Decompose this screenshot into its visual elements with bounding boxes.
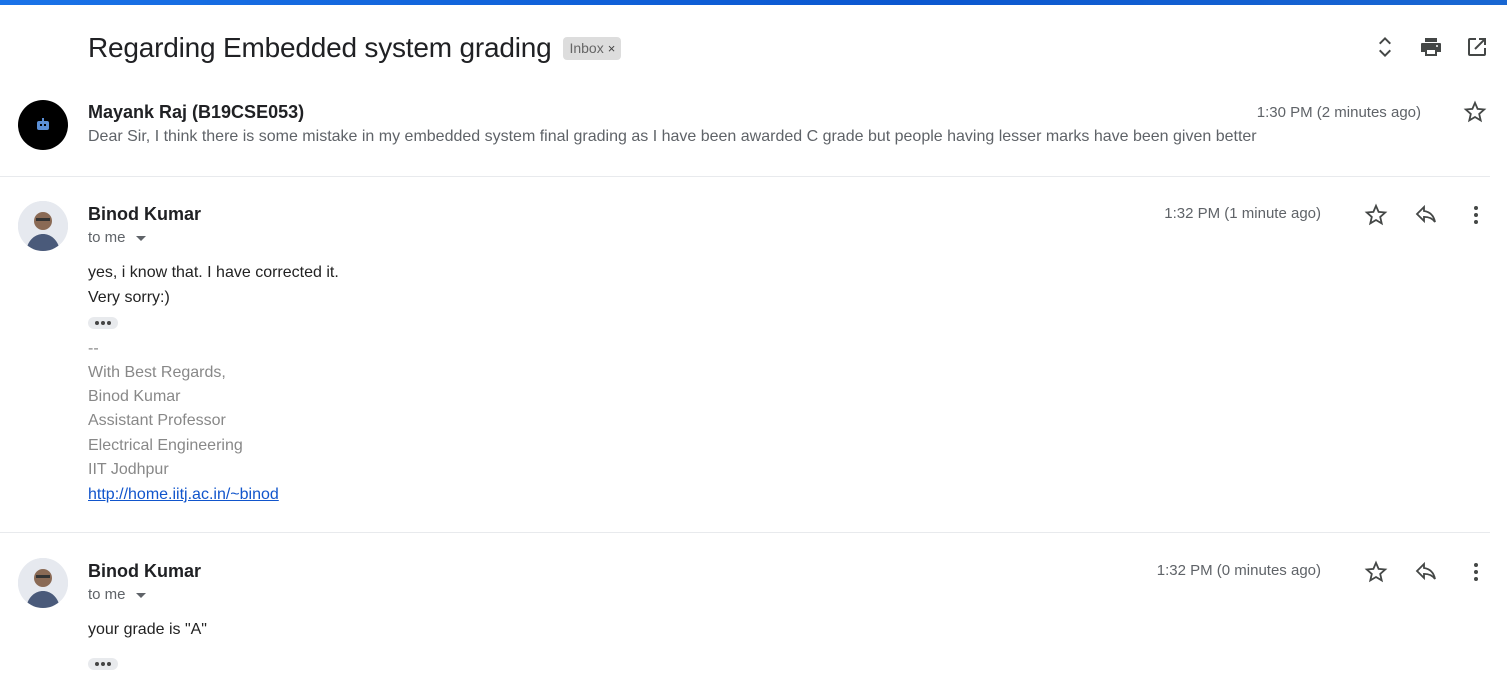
star-icon[interactable]: [1364, 558, 1388, 586]
signature-line: With Best Regards,: [88, 364, 226, 381]
message-time: 1:30 PM (2 minutes ago): [1256, 104, 1421, 121]
signature-line: Assistant Professor: [88, 412, 226, 429]
star-icon[interactable]: [1364, 201, 1388, 229]
robot-icon: [37, 118, 49, 130]
more-vert-icon[interactable]: [1464, 558, 1488, 586]
more-vert-icon[interactable]: [1464, 201, 1488, 229]
star-icon[interactable]: [1463, 98, 1487, 126]
divider: [0, 532, 1490, 533]
chevron-down-icon[interactable]: [135, 593, 146, 598]
divider: [0, 176, 1490, 177]
avatar: [18, 558, 68, 608]
signature-line: Electrical Engineering: [88, 437, 243, 454]
signature-line: --: [88, 340, 99, 357]
show-trimmed-content-button[interactable]: [88, 317, 118, 329]
avatar: [18, 201, 68, 251]
message-snippet: Dear Sir, I think there is some mistake …: [88, 128, 1257, 145]
message-actions: [1364, 201, 1488, 229]
reply-icon[interactable]: [1414, 558, 1438, 586]
message-body-line: your grade is "A": [88, 621, 207, 638]
chevron-down-icon[interactable]: [135, 236, 146, 241]
reply-icon[interactable]: [1414, 201, 1438, 229]
sender-name: Mayank Raj (B19CSE053): [88, 102, 305, 122]
show-trimmed-content-button[interactable]: [88, 658, 118, 670]
avatar: [18, 100, 68, 150]
recipient-details[interactable]: to me: [88, 586, 146, 603]
signature-line: Binod Kumar: [88, 388, 181, 405]
message-time: 1:32 PM (0 minutes ago): [1156, 562, 1321, 579]
message-body-line: Very sorry:): [88, 289, 170, 306]
message-collapsed[interactable]: Mayank Raj (B19CSE053) 1:30 PM (2 minute…: [0, 0, 1490, 176]
message-time: 1:32 PM (1 minute ago): [1164, 205, 1321, 222]
sender-name: Binod Kumar: [88, 561, 202, 581]
message-body-line: yes, i know that. I have corrected it.: [88, 264, 339, 281]
recipient-label: to me: [88, 229, 126, 246]
signature-link[interactable]: http://home.iitj.ac.in/~binod: [88, 486, 279, 504]
signature-line: IIT Jodhpur: [88, 461, 169, 478]
recipient-details[interactable]: to me: [88, 229, 146, 246]
recipient-label: to me: [88, 586, 126, 603]
sender-name: Binod Kumar: [88, 204, 202, 224]
message-actions: [1364, 558, 1488, 586]
